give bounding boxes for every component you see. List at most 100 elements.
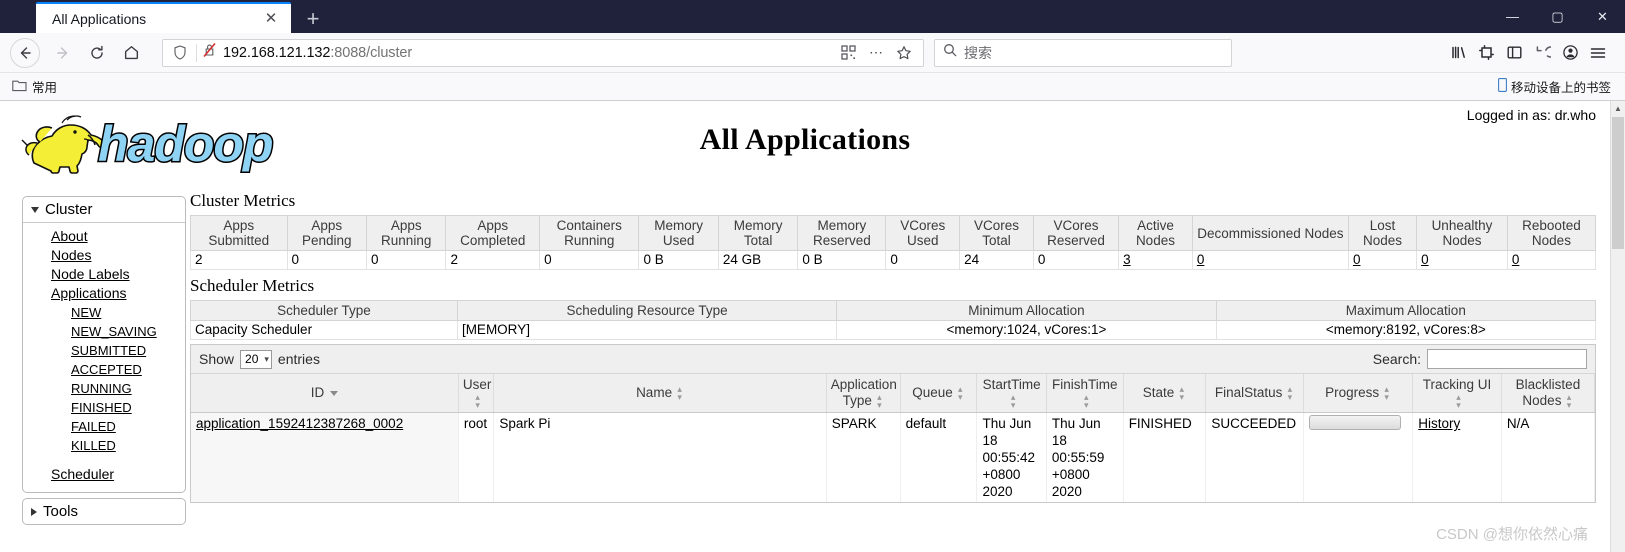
app-menu-icon[interactable] <box>1585 40 1611 66</box>
sidebar-item-node-labels[interactable]: Node Labels <box>23 265 185 284</box>
sort-icon: ▴ ▾ <box>677 384 682 403</box>
home-icon[interactable] <box>114 36 148 70</box>
th-finalstatus[interactable]: FinalStatus ▴ ▾ <box>1205 374 1304 414</box>
sort-icon: ▴ ▾ <box>1566 392 1572 411</box>
window-close-icon[interactable]: ✕ <box>1580 0 1625 33</box>
screenshot-icon[interactable] <box>1473 40 1499 66</box>
td-unhealthy-nodes: 0 <box>1416 250 1508 270</box>
sidebar-cluster-header[interactable]: Cluster <box>23 197 185 223</box>
datatable-search-input[interactable] <box>1427 349 1587 369</box>
th-tracking-ui[interactable]: Tracking UI ▴ ▾ <box>1412 374 1502 414</box>
cell-finalstatus: SUCCEEDED <box>1205 412 1304 503</box>
sidebar-item-new[interactable]: NEW <box>23 303 185 322</box>
search-bar[interactable]: 搜索 <box>934 38 1232 67</box>
link-active-nodes[interactable]: 3 <box>1123 252 1131 267</box>
th-id[interactable]: ID <box>191 374 459 414</box>
sidebar-tools-block[interactable]: Tools <box>22 498 186 525</box>
td-memory-used: 0 B <box>638 250 719 270</box>
scheduler-metrics-title: Scheduler Metrics <box>190 276 315 295</box>
th-application-type[interactable]: Application Type ▴ ▾ <box>826 374 901 414</box>
maximize-icon[interactable]: ▢ <box>1535 0 1580 33</box>
td-decommissioned-nodes: 0 <box>1191 250 1349 270</box>
page-viewport: Logged in as: dr.who hadoop All Applicat… <box>0 101 1625 552</box>
bookmark-mobile[interactable]: 移动设备上的书签 <box>1498 77 1611 96</box>
td-apps-pending: 0 <box>286 250 367 270</box>
sidebar-item-killed[interactable]: KILLED <box>23 436 185 455</box>
account-icon[interactable] <box>1557 40 1583 66</box>
th-blacklisted-nodes[interactable]: Blacklisted Nodes ▴ ▾ <box>1501 374 1596 414</box>
search-input[interactable]: 搜索 <box>964 43 992 63</box>
sidebar-item-new-saving[interactable]: NEW_SAVING <box>23 322 185 341</box>
th-unhealthy-nodes: Unhealthy Nodes <box>1416 215 1508 251</box>
sidebar-item-about[interactable]: About <box>23 227 185 246</box>
close-tab-icon[interactable]: ✕ <box>261 9 281 29</box>
sidebar-item-applications[interactable]: Applications <box>23 284 185 303</box>
sidebar-tools-header[interactable]: Tools <box>23 499 185 524</box>
hadoop-yarn-page: Logged in as: dr.who hadoop All Applicat… <box>0 101 1610 552</box>
td-scheduling-resource-type: [MEMORY] <box>456 320 838 340</box>
scroll-up-icon[interactable]: ▲ <box>1611 101 1625 116</box>
sidebar-item-finished[interactable]: FINISHED <box>23 398 185 417</box>
link-decommissioned-nodes[interactable]: 0 <box>1197 252 1205 267</box>
sort-icon: ▴ ▾ <box>1456 392 1461 411</box>
qr-reader-icon[interactable] <box>835 40 861 66</box>
page-scrollbar[interactable]: ▲ <box>1610 101 1625 552</box>
minimize-icon[interactable]: — <box>1490 0 1535 33</box>
th-queue[interactable]: Queue ▴ ▾ <box>900 374 978 414</box>
sidebar-item-failed[interactable]: FAILED <box>23 417 185 436</box>
insecure-lock-icon[interactable] <box>202 42 217 63</box>
history-back-icon[interactable] <box>1529 40 1555 66</box>
table-row[interactable]: application_1592412387268_0002 root Spar… <box>191 412 1596 503</box>
urlbar-divider <box>196 43 197 62</box>
tab-title: All Applications <box>52 10 147 27</box>
tracking-ui-link[interactable]: History <box>1418 416 1460 431</box>
td-apps-running: 0 <box>365 250 447 270</box>
link-unhealthy-nodes[interactable]: 0 <box>1421 252 1429 267</box>
cell-id: application_1592412387268_0002 <box>191 412 459 503</box>
sidebar-item-submitted[interactable]: SUBMITTED <box>23 341 185 360</box>
back-icon[interactable] <box>10 37 40 68</box>
td-active-nodes: 3 <box>1118 250 1193 270</box>
th-user[interactable]: User ▴ ▾ <box>458 374 495 414</box>
sidebar-item-accepted[interactable]: ACCEPTED <box>23 360 185 379</box>
page-actions-icon[interactable]: ⋯ <box>863 40 889 66</box>
page-content: Cluster About Nodes Node Labels Applicat… <box>0 191 1597 552</box>
th-name[interactable]: Name ▴ ▾ <box>493 374 827 414</box>
datatable-toolbar: Show 20 ▾ entries Search: <box>191 345 1595 374</box>
th-scheduling-resource-type: Scheduling Resource Type <box>456 300 838 321</box>
entries-length-control: Show 20 ▾ entries <box>199 349 320 369</box>
scheduler-metrics-table: Scheduler Type Scheduling Resource Type … <box>190 300 1597 340</box>
th-minimum-allocation: Minimum Allocation <box>836 300 1217 321</box>
th-vcores-total: VCores Total <box>959 215 1034 251</box>
scrollbar-thumb[interactable] <box>1612 117 1624 249</box>
address-bar[interactable]: 192.168.121.132:8088/cluster ⋯ <box>162 38 924 67</box>
library-icon[interactable] <box>1445 40 1471 66</box>
th-progress[interactable]: Progress ▴ ▾ <box>1303 374 1414 414</box>
sort-icon: ▴ ▾ <box>475 392 480 411</box>
new-tab-icon[interactable]: + <box>299 5 327 33</box>
search-label: Search: <box>1372 351 1421 367</box>
cluster-metrics-value-row: 2 0 0 2 0 0 B 24 GB 0 B 0 24 0 3 0 0 0 0 <box>190 250 1597 270</box>
sidebar-item-scheduler[interactable]: Scheduler <box>23 465 185 484</box>
sidebar-item-running[interactable]: RUNNING <box>23 379 185 398</box>
link-rebooted-nodes[interactable]: 0 <box>1512 252 1520 267</box>
link-lost-nodes[interactable]: 0 <box>1353 252 1361 267</box>
cell-starttime: Thu Jun 18 00:55:42 +0800 2020 <box>976 412 1047 503</box>
application-id-link[interactable]: application_1592412387268_0002 <box>196 416 403 431</box>
bookmark-folder-common[interactable]: 常用 <box>12 77 57 96</box>
th-finishtime[interactable]: FinishTime ▴ ▾ <box>1046 374 1124 414</box>
search-icon <box>943 43 957 62</box>
th-state[interactable]: State ▴ ▾ <box>1123 374 1207 414</box>
browser-tab[interactable]: All Applications ✕ <box>36 2 291 33</box>
scheduler-metrics-header-row: Scheduler Type Scheduling Resource Type … <box>190 300 1597 321</box>
sidebar-icon[interactable] <box>1501 40 1527 66</box>
sidebar-item-nodes[interactable]: Nodes <box>23 246 185 265</box>
urlbar-actions: ⋯ <box>835 40 917 66</box>
th-scheduler-type: Scheduler Type <box>190 300 458 321</box>
th-starttime[interactable]: StartTime ▴ ▾ <box>976 374 1047 414</box>
browser-navbar: 192.168.121.132:8088/cluster ⋯ 搜索 <box>0 33 1625 73</box>
cluster-metrics-header-row: Apps Submitted Apps Pending Apps Running… <box>190 215 1597 251</box>
reload-icon[interactable] <box>80 36 114 70</box>
entries-select[interactable]: 20 ▾ <box>240 349 272 369</box>
bookmark-star-icon[interactable] <box>891 40 917 66</box>
